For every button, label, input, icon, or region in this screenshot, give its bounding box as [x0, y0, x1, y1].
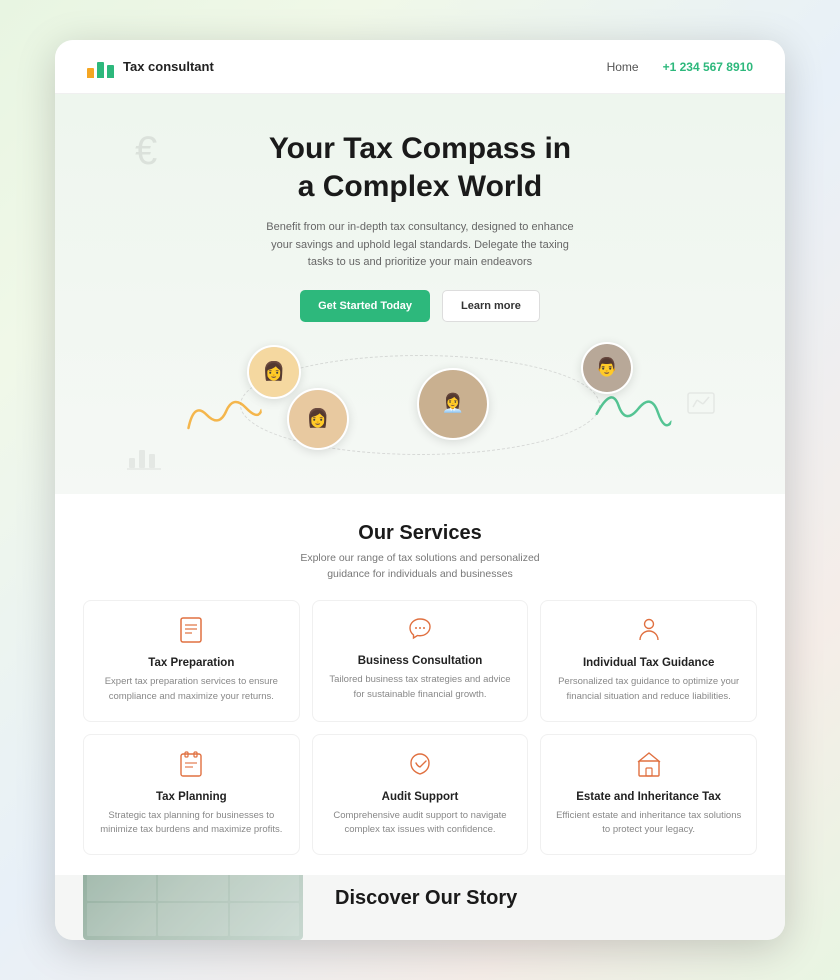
service-name-5: Estate and Inheritance Tax	[553, 791, 744, 803]
avatar-4: 👨	[581, 342, 633, 394]
chart-left-icon	[127, 440, 161, 477]
service-name-3: Tax Planning	[96, 791, 287, 803]
tax-planning-icon	[96, 751, 287, 783]
logo-text: Tax consultant	[123, 59, 214, 74]
service-desc-1: Tailored business tax strategies and adv…	[325, 673, 516, 702]
window-pane	[158, 875, 227, 901]
nav-phone: +1 234 567 8910	[663, 60, 753, 74]
services-title: Our Services	[83, 522, 757, 545]
service-card-tax-planning: Tax Planning Strategic tax planning for …	[83, 734, 300, 855]
audit-support-icon	[325, 751, 516, 783]
window-pane	[230, 903, 299, 936]
service-desc-4: Comprehensive audit support to navigate …	[325, 809, 516, 838]
services-grid: Tax Preparation Expert tax preparation s…	[83, 600, 757, 855]
hero-subtitle: Benefit from our in-depth tax consultanc…	[260, 219, 580, 272]
service-card-individual-guidance: Individual Tax Guidance Personalized tax…	[540, 600, 757, 721]
discover-text: Discover Our Story	[303, 887, 785, 940]
hero-section: € Your Tax Compass in a Complex World Be…	[55, 94, 785, 494]
nav-links: Home +1 234 567 8910	[607, 60, 753, 74]
logo-bar-2	[97, 62, 104, 78]
discover-title: Discover Our Story	[335, 887, 753, 910]
tax-prep-icon	[96, 617, 287, 649]
get-started-button[interactable]: Get Started Today	[300, 290, 430, 322]
hero-headline: Your Tax Compass in a Complex World	[87, 130, 753, 205]
avatar-face-2: 👩	[289, 390, 347, 448]
avatar-face-1: 👩	[249, 347, 299, 397]
window-pane	[230, 875, 299, 901]
service-card-business-consultation: Business Consultation Tailored business …	[312, 600, 529, 721]
euro-decoration: €	[135, 129, 157, 174]
avatar-face-4: 👨	[583, 344, 631, 392]
service-desc-2: Personalized tax guidance to optimize yo…	[553, 675, 744, 704]
window-pane	[87, 875, 156, 901]
navbar: Tax consultant Home +1 234 567 8910	[55, 40, 785, 94]
services-subtitle: Explore our range of tax solutions and p…	[280, 551, 560, 583]
logo-icon	[87, 56, 115, 78]
indiv-guidance-icon	[553, 617, 744, 649]
service-card-estate-tax: Estate and Inheritance Tax Efficient est…	[540, 734, 757, 855]
squiggle-left	[178, 385, 265, 447]
browser-frame: Tax consultant Home +1 234 567 8910 € Yo…	[55, 40, 785, 940]
logo-area: Tax consultant	[87, 56, 214, 78]
avatar-face-3: 👩‍💼	[419, 370, 487, 438]
services-section: Our Services Explore our range of tax so…	[55, 494, 785, 875]
service-name-2: Individual Tax Guidance	[553, 657, 744, 669]
biz-consult-icon	[325, 617, 516, 647]
bottom-image	[83, 875, 303, 940]
service-card-audit-support: Audit Support Comprehensive audit suppor…	[312, 734, 529, 855]
window-pane	[158, 903, 227, 936]
learn-more-button[interactable]: Learn more	[442, 290, 540, 322]
chart-right-icon	[687, 392, 715, 425]
service-name-4: Audit Support	[325, 791, 516, 803]
estate-tax-icon	[553, 751, 744, 783]
hero-buttons: Get Started Today Learn more	[87, 290, 753, 322]
avatar-1: 👩	[247, 345, 301, 399]
avatar-2: 👩	[287, 388, 349, 450]
avatar-3: 👩‍💼	[417, 368, 489, 440]
bottom-section: Discover Our Story	[55, 875, 785, 940]
service-desc-0: Expert tax preparation services to ensur…	[96, 675, 287, 704]
hero-avatars: 👩 👩 👩‍💼 👨	[87, 340, 753, 470]
logo-bar-1	[87, 68, 94, 78]
service-name-1: Business Consultation	[325, 655, 516, 667]
service-desc-3: Strategic tax planning for businesses to…	[96, 809, 287, 838]
window-pane	[87, 903, 156, 936]
nav-home-link[interactable]: Home	[607, 60, 639, 74]
window-grid	[83, 875, 303, 940]
logo-bar-3	[107, 65, 114, 78]
service-name-0: Tax Preparation	[96, 657, 287, 669]
service-desc-5: Efficient estate and inheritance tax sol…	[553, 809, 744, 838]
service-card-tax-preparation: Tax Preparation Expert tax preparation s…	[83, 600, 300, 721]
